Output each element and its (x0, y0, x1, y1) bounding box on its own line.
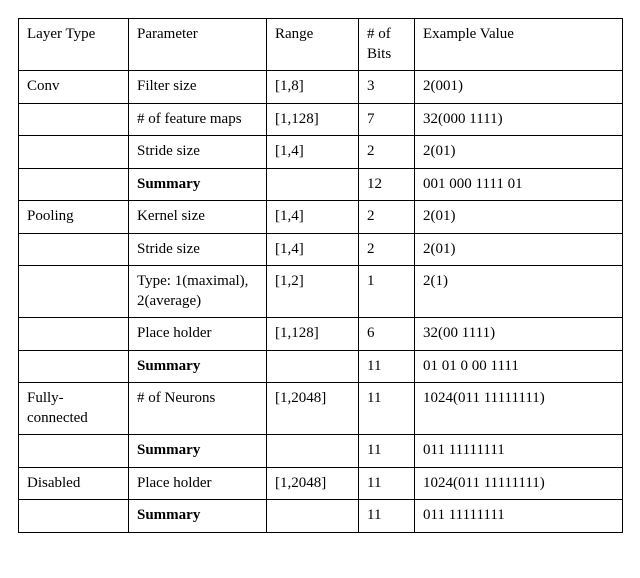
cell-bits: 3 (359, 71, 415, 104)
table-row: PoolingKernel size[1,4]22(01) (19, 201, 623, 234)
header-example: Example Value (415, 19, 623, 71)
header-layer-type: Layer Type (19, 19, 129, 71)
cell-parameter: Summary (129, 168, 267, 201)
cell-layer-type (19, 103, 129, 136)
header-bits: # of Bits (359, 19, 415, 71)
table-row: Summary 11011 11111111 (19, 435, 623, 468)
cell-example: 2(1) (415, 266, 623, 318)
cell-parameter: Stride size (129, 136, 267, 169)
cell-bits: 12 (359, 168, 415, 201)
table-row: ConvFilter size[1,8]32(001) (19, 71, 623, 104)
cell-example: 2(001) (415, 71, 623, 104)
cell-example: 011 11111111 (415, 500, 623, 533)
cell-parameter: # of Neurons (129, 383, 267, 435)
cell-bits: 11 (359, 435, 415, 468)
cell-example: 011 11111111 (415, 435, 623, 468)
cell-layer-type (19, 500, 129, 533)
cell-bits: 1 (359, 266, 415, 318)
cell-parameter: Summary (129, 350, 267, 383)
header-range: Range (267, 19, 359, 71)
table-row: Stride size[1,4]22(01) (19, 136, 623, 169)
cell-parameter: Kernel size (129, 201, 267, 234)
cell-layer-type (19, 233, 129, 266)
table-row: DisabledPlace holder[1,2048]111024(011 1… (19, 467, 623, 500)
cell-layer-type (19, 136, 129, 169)
table-row: Stride size[1,4]22(01) (19, 233, 623, 266)
cell-layer-type: Fully-connected (19, 383, 129, 435)
cell-range: [1,128] (267, 318, 359, 351)
cell-layer-type (19, 266, 129, 318)
cell-example: 001 000 1111 01 (415, 168, 623, 201)
layer-encoding-table: Layer Type Parameter Range # of Bits Exa… (18, 18, 623, 533)
cell-range: [1,128] (267, 103, 359, 136)
table-row: Place holder[1,128]632(00 1111) (19, 318, 623, 351)
cell-layer-type: Disabled (19, 467, 129, 500)
cell-example: 2(01) (415, 136, 623, 169)
cell-layer-type (19, 350, 129, 383)
cell-example: 32(000 1111) (415, 103, 623, 136)
cell-layer-type (19, 435, 129, 468)
table-row: Fully-connected# of Neurons[1,2048]11102… (19, 383, 623, 435)
cell-example: 2(01) (415, 233, 623, 266)
cell-bits: 2 (359, 233, 415, 266)
cell-parameter: # of feature maps (129, 103, 267, 136)
table-row: Summary 1101 01 0 00 1111 (19, 350, 623, 383)
cell-range: [1,2] (267, 266, 359, 318)
cell-bits: 11 (359, 500, 415, 533)
table-row: # of feature maps[1,128]732(000 1111) (19, 103, 623, 136)
cell-parameter: Place holder (129, 318, 267, 351)
cell-layer-type (19, 318, 129, 351)
cell-bits: 11 (359, 350, 415, 383)
cell-example: 32(00 1111) (415, 318, 623, 351)
cell-example: 01 01 0 00 1111 (415, 350, 623, 383)
cell-range (267, 350, 359, 383)
cell-bits: 7 (359, 103, 415, 136)
cell-range (267, 500, 359, 533)
cell-parameter: Summary (129, 500, 267, 533)
cell-parameter: Stride size (129, 233, 267, 266)
cell-layer-type: Conv (19, 71, 129, 104)
cell-bits: 2 (359, 136, 415, 169)
table-row: Summary 12001 000 1111 01 (19, 168, 623, 201)
table-header-row: Layer Type Parameter Range # of Bits Exa… (19, 19, 623, 71)
cell-bits: 2 (359, 201, 415, 234)
cell-example: 1024(011 11111111) (415, 383, 623, 435)
cell-example: 2(01) (415, 201, 623, 234)
cell-parameter: Filter size (129, 71, 267, 104)
table-row: Type: 1(maximal), 2(average)[1,2]12(1) (19, 266, 623, 318)
table-row: Summary 11011 11111111 (19, 500, 623, 533)
cell-bits: 6 (359, 318, 415, 351)
cell-range (267, 435, 359, 468)
cell-parameter: Summary (129, 435, 267, 468)
cell-example: 1024(011 11111111) (415, 467, 623, 500)
cell-range: [1,4] (267, 136, 359, 169)
cell-parameter: Type: 1(maximal), 2(average) (129, 266, 267, 318)
cell-bits: 11 (359, 383, 415, 435)
cell-range: [1,4] (267, 233, 359, 266)
cell-range (267, 168, 359, 201)
cell-range: [1,8] (267, 71, 359, 104)
cell-range: [1,4] (267, 201, 359, 234)
cell-parameter: Place holder (129, 467, 267, 500)
header-parameter: Parameter (129, 19, 267, 71)
cell-range: [1,2048] (267, 467, 359, 500)
cell-bits: 11 (359, 467, 415, 500)
cell-layer-type: Pooling (19, 201, 129, 234)
cell-layer-type (19, 168, 129, 201)
cell-range: [1,2048] (267, 383, 359, 435)
